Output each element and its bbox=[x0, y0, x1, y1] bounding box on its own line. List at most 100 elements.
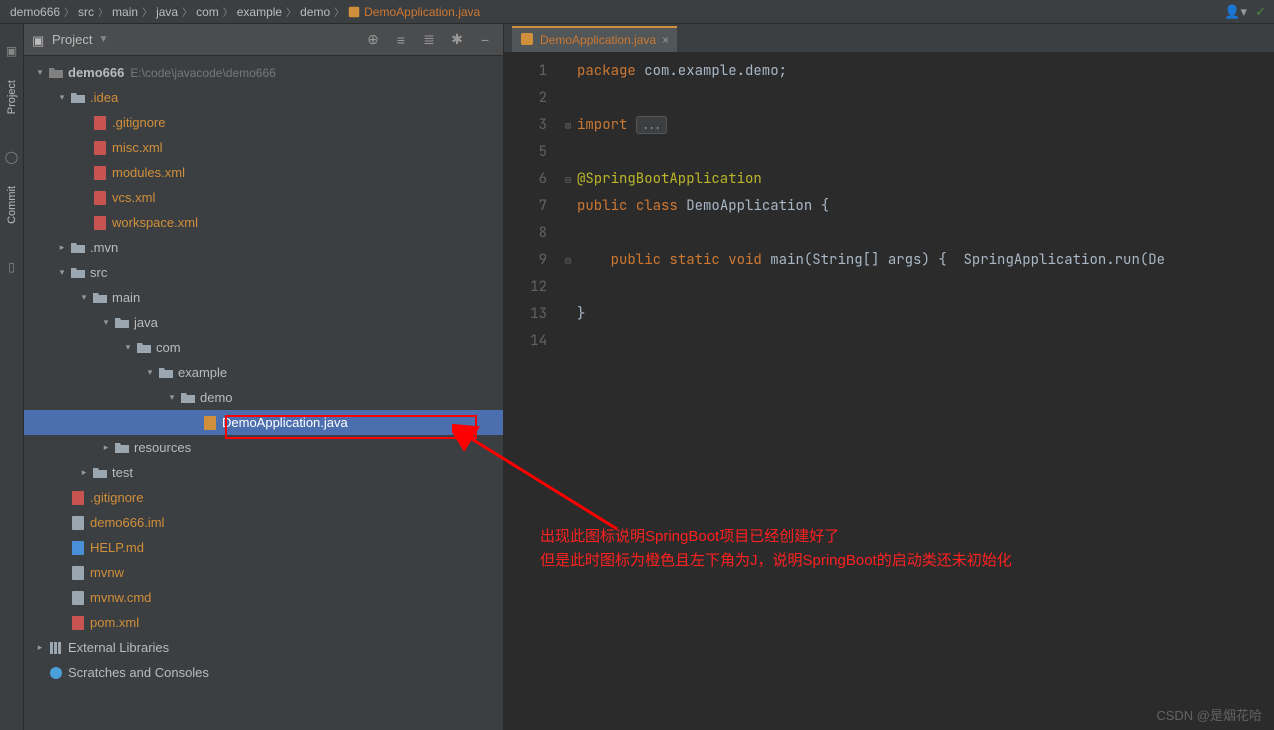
tree-item-label: mvnw.cmd bbox=[90, 590, 151, 605]
breadcrumb-item[interactable]: demo bbox=[300, 5, 330, 19]
tree-item[interactable]: workspace.xml bbox=[24, 210, 503, 235]
breadcrumb-item[interactable]: demo666 bbox=[10, 5, 60, 19]
tree-arrow-icon[interactable]: ▾ bbox=[100, 317, 112, 328]
folder-icon bbox=[70, 265, 86, 281]
scratch-icon bbox=[48, 665, 64, 681]
tree-item[interactable]: HELP.md bbox=[24, 535, 503, 560]
fold-gutter[interactable]: ⊞ ⊟ ⊟ bbox=[559, 52, 577, 730]
watermark: CSDN @是烟花哈 bbox=[1156, 705, 1262, 724]
project-gutter-label[interactable]: Project bbox=[6, 80, 18, 114]
collapse-all-icon[interactable]: ≣ bbox=[419, 30, 439, 50]
tree-item[interactable]: DemoApplication.java bbox=[24, 410, 503, 435]
tree-item[interactable]: ▾ demo bbox=[24, 385, 503, 410]
tree-item[interactable]: vcs.xml bbox=[24, 185, 503, 210]
tree-item[interactable]: modules.xml bbox=[24, 160, 503, 185]
tree-item-label: demo666 bbox=[68, 65, 124, 80]
xml-icon bbox=[92, 215, 108, 231]
breadcrumb-item[interactable]: example bbox=[237, 5, 282, 19]
tree-item-label: src bbox=[90, 265, 107, 280]
project-tree[interactable]: ▾demo666E:\code\javacode\demo666▾.idea.g… bbox=[24, 56, 503, 730]
tree-item-label: demo666.iml bbox=[90, 515, 164, 530]
tree-item[interactable]: demo666.iml bbox=[24, 510, 503, 535]
check-icon[interactable]: ✓ bbox=[1255, 4, 1266, 20]
tree-item-label: External Libraries bbox=[68, 640, 169, 655]
tree-item[interactable]: ▾example bbox=[24, 360, 503, 385]
tree-arrow-icon[interactable]: ▾ bbox=[56, 267, 68, 278]
md-icon bbox=[70, 540, 86, 556]
tree-item-label: com bbox=[156, 340, 181, 355]
user-icon[interactable]: 👤▾ bbox=[1224, 4, 1247, 20]
hide-icon[interactable]: − bbox=[475, 30, 495, 50]
tab-label: DemoApplication.java bbox=[540, 33, 656, 47]
iml-icon bbox=[70, 515, 86, 531]
tree-item[interactable]: .gitignore bbox=[24, 110, 503, 135]
tree-item[interactable]: ▾ src bbox=[24, 260, 503, 285]
commit-gutter-icon[interactable]: ◯ bbox=[5, 150, 18, 164]
project-view-icon[interactable]: ▣ bbox=[32, 33, 46, 47]
tab-close-icon[interactable]: × bbox=[662, 33, 669, 47]
settings-icon[interactable]: ✱ bbox=[447, 30, 467, 50]
editor-area: DemoApplication.java × 12356789121314 ⊞ … bbox=[504, 24, 1274, 730]
tree-arrow-icon[interactable]: ▸ bbox=[56, 242, 68, 253]
java-file-icon bbox=[348, 6, 360, 18]
tree-item[interactable]: ▾demo666E:\code\javacode\demo666 bbox=[24, 60, 503, 85]
java-orange-icon bbox=[202, 415, 218, 431]
tree-item[interactable]: misc.xml bbox=[24, 135, 503, 160]
tree-item[interactable]: Scratches and Consoles bbox=[24, 660, 503, 685]
tree-arrow-icon[interactable]: ▾ bbox=[122, 342, 134, 353]
lib-icon bbox=[48, 640, 64, 656]
panel-title[interactable]: Project bbox=[52, 32, 92, 47]
code-content[interactable]: package com.example.demo; import ... @Sp… bbox=[577, 52, 1274, 730]
tree-item-label: mvnw bbox=[90, 565, 124, 580]
chevron-icon: 〉 bbox=[142, 4, 152, 19]
tree-item-label: Scratches and Consoles bbox=[68, 665, 209, 680]
locate-icon[interactable]: ⊕ bbox=[363, 30, 383, 50]
folder-icon bbox=[70, 240, 86, 256]
folder-icon bbox=[70, 90, 86, 106]
folder-icon bbox=[158, 365, 174, 381]
tree-item[interactable]: ▸resources bbox=[24, 435, 503, 460]
tree-item[interactable]: ▸test bbox=[24, 460, 503, 485]
line-numbers: 12356789121314 bbox=[504, 52, 559, 730]
tree-item-label: demo bbox=[200, 390, 233, 405]
tree-item[interactable]: pom.xml bbox=[24, 610, 503, 635]
tree-arrow-icon[interactable]: ▾ bbox=[34, 67, 46, 78]
tree-item[interactable]: ▾main bbox=[24, 285, 503, 310]
editor-tab[interactable]: DemoApplication.java × bbox=[512, 26, 677, 52]
tree-item[interactable]: mvnw bbox=[24, 560, 503, 585]
breadcrumb-bar: demo666〉 src〉 main〉 java〉 com〉 example〉 … bbox=[0, 0, 1274, 24]
expand-all-icon[interactable]: ≡ bbox=[391, 30, 411, 50]
breadcrumb-item[interactable]: java bbox=[156, 5, 178, 19]
tree-item[interactable]: ▸ External Libraries bbox=[24, 635, 503, 660]
tree-arrow-icon[interactable]: ▾ bbox=[56, 92, 68, 103]
bookmark-gutter-icon[interactable]: ▯ bbox=[8, 260, 15, 274]
commit-gutter-label[interactable]: Commit bbox=[6, 186, 18, 224]
breadcrumb-current[interactable]: DemoApplication.java bbox=[364, 5, 480, 19]
tree-item-label: misc.xml bbox=[112, 140, 163, 155]
gitignore-icon bbox=[92, 115, 108, 131]
tree-arrow-icon[interactable]: ▸ bbox=[100, 442, 112, 453]
breadcrumb-item[interactable]: com bbox=[196, 5, 219, 19]
tree-item[interactable]: .gitignore bbox=[24, 485, 503, 510]
tree-item-label: HELP.md bbox=[90, 540, 144, 555]
xml-icon bbox=[92, 140, 108, 156]
dropdown-icon[interactable]: ▼ bbox=[98, 34, 108, 45]
breadcrumb-item[interactable]: src bbox=[78, 5, 94, 19]
tree-arrow-icon[interactable]: ▾ bbox=[78, 292, 90, 303]
tree-arrow-icon[interactable]: ▸ bbox=[78, 467, 90, 478]
chevron-icon: 〉 bbox=[223, 4, 233, 19]
folder-icon bbox=[114, 315, 130, 331]
tree-arrow-icon[interactable]: ▾ bbox=[144, 367, 156, 378]
tree-item[interactable]: ▾java bbox=[24, 310, 503, 335]
chevron-icon: 〉 bbox=[182, 4, 192, 19]
tree-item[interactable]: ▾ com bbox=[24, 335, 503, 360]
chevron-icon: 〉 bbox=[286, 4, 296, 19]
project-gutter-icon[interactable]: ▣ bbox=[6, 44, 17, 58]
tree-arrow-icon[interactable]: ▾ bbox=[166, 392, 178, 403]
code-editor[interactable]: 12356789121314 ⊞ ⊟ ⊟ package com.example… bbox=[504, 52, 1274, 730]
tree-arrow-icon[interactable]: ▸ bbox=[34, 642, 46, 653]
tree-item[interactable]: ▾.idea bbox=[24, 85, 503, 110]
breadcrumb-item[interactable]: main bbox=[112, 5, 138, 19]
tree-item[interactable]: ▸.mvn bbox=[24, 235, 503, 260]
tree-item[interactable]: mvnw.cmd bbox=[24, 585, 503, 610]
